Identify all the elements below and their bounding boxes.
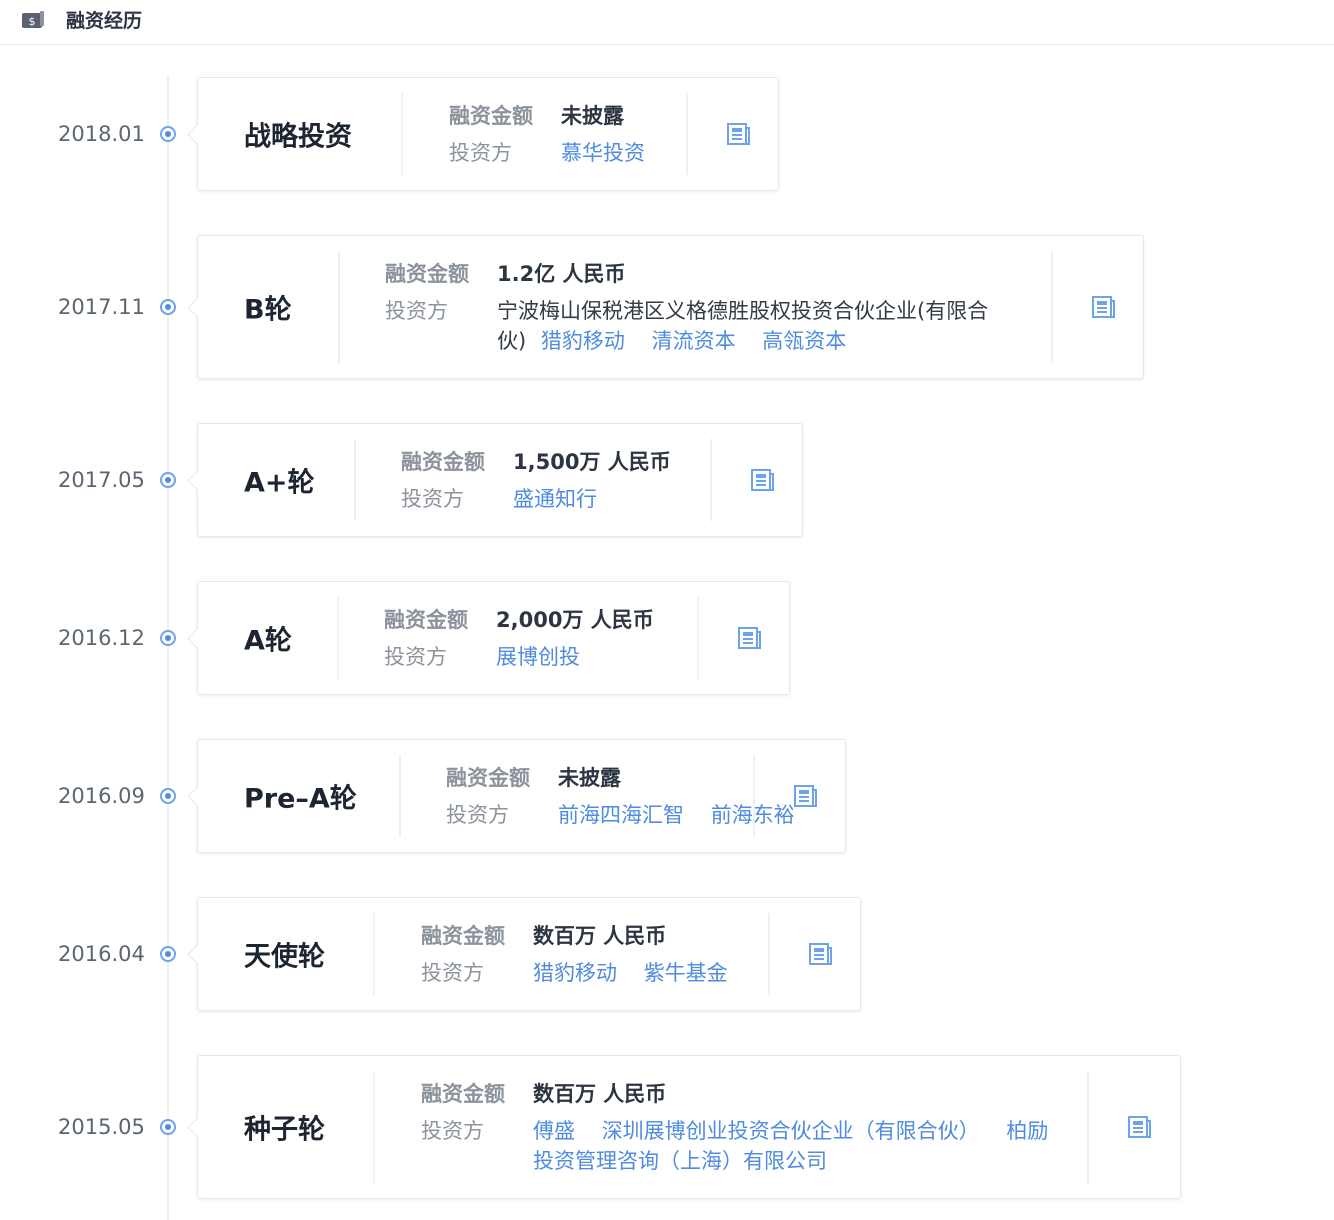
divider xyxy=(768,913,770,995)
round-date: 2016.09 xyxy=(58,784,145,808)
round-date: 2017.05 xyxy=(58,468,145,492)
funding-round-card: B轮 融资金额 1.2亿 人民币投资方 宁波梅山保税港区义格德胜股权投资合伙企业(有限… xyxy=(197,235,1144,379)
section-header: $ 融资经历 xyxy=(0,0,1334,45)
timeline-dot xyxy=(160,1119,176,1135)
divider xyxy=(354,439,356,521)
divider xyxy=(373,913,375,995)
divider xyxy=(697,597,699,679)
divider xyxy=(710,439,712,521)
investors-list: 慕华投资 xyxy=(561,138,681,168)
funding-round-card: Pre–A轮融资金额未披露投资方前海四海汇智 前海东裕 xyxy=(197,739,846,853)
investors-label: 投资方 xyxy=(385,299,448,323)
round-date: 2017.11 xyxy=(58,295,145,319)
timeline-dot xyxy=(160,472,176,488)
funding-round-card: 种子轮 融资金额 数百万 人民币投资方 傅盛 深圳展博创业投资合伙企业（有限合伙） 柏… xyxy=(197,1055,1181,1199)
investor-link[interactable]: 猎豹移动 xyxy=(533,961,617,985)
amount-value: 数百万 人民币 xyxy=(533,924,667,948)
divider xyxy=(1051,251,1053,363)
amount-label: 融资金额 xyxy=(385,262,469,286)
timeline-dot xyxy=(160,630,176,646)
timeline-dot xyxy=(160,126,176,142)
amount-value: 1,500万 人民币 xyxy=(513,450,671,474)
round-date: 2018.01 xyxy=(58,122,145,146)
investors-list: 猎豹移动 紫牛基金 xyxy=(533,958,833,988)
investors-list: 宁波梅山保税港区义格德胜股权投资合伙企业(有限合伙) 猎豹移动 清流资本 高瓴资… xyxy=(497,296,1017,356)
news-icon[interactable] xyxy=(749,468,775,492)
amount-label: 融资金额 xyxy=(401,450,485,474)
news-icon[interactable] xyxy=(807,942,833,966)
amount-value: 数百万 人民币 xyxy=(533,1082,667,1106)
round-date: 2015.05 xyxy=(58,1115,145,1139)
funding-round-card: 战略投资 融资金额 未披露投资方 慕华投资 xyxy=(197,77,779,191)
amount-label: 融资金额 xyxy=(449,104,533,128)
investor-link[interactable]: 盛通知行 xyxy=(513,487,597,511)
investors-list: 傅盛 深圳展博创业投资合伙企业（有限合伙） 柏励投资管理咨询（上海）有限公司 xyxy=(533,1116,1053,1176)
divider xyxy=(1087,1071,1089,1183)
divider xyxy=(401,93,403,175)
amount-value: 未披露 xyxy=(561,104,624,128)
news-icon[interactable] xyxy=(725,122,751,146)
news-icon[interactable] xyxy=(1126,1115,1152,1139)
news-icon[interactable] xyxy=(1090,295,1116,319)
timeline-dot xyxy=(160,788,176,804)
divider xyxy=(399,755,401,837)
divider xyxy=(753,755,755,837)
svg-text:$: $ xyxy=(29,15,36,28)
investors-label: 投资方 xyxy=(401,487,464,511)
news-icon[interactable] xyxy=(736,626,762,650)
round-name: A+轮 xyxy=(244,467,315,499)
amount-label: 融资金额 xyxy=(421,924,505,948)
round-name: Pre–A轮 xyxy=(244,783,357,815)
section-title: 融资经历 xyxy=(66,10,143,32)
investors-label: 投资方 xyxy=(421,1119,484,1143)
investors-list: 展博创投 xyxy=(496,642,676,672)
investor-link[interactable]: 傅盛 xyxy=(533,1119,575,1143)
investor-link[interactable]: 慕华投资 xyxy=(561,141,645,165)
funding-round-card: A轮 融资金额 2,000万 人民币投资方 展博创投 xyxy=(197,581,790,695)
investor-link[interactable]: 清流资本 xyxy=(652,329,736,353)
amount-label: 融资金额 xyxy=(446,766,530,790)
investors-label: 投资方 xyxy=(384,645,447,669)
amount-value: 未披露 xyxy=(558,766,621,790)
amount-value: 1.2亿 人民币 xyxy=(497,262,626,286)
amount-label: 融资金额 xyxy=(421,1082,505,1106)
round-name: 种子轮 xyxy=(244,1114,325,1146)
investor-link[interactable]: 深圳展博创业投资合伙企业（有限合伙） xyxy=(602,1119,980,1143)
investor-link[interactable]: 展博创投 xyxy=(496,645,580,669)
divider xyxy=(338,251,340,363)
investor-link[interactable]: 猎豹移动 xyxy=(541,329,625,353)
funding-round-card: 天使轮 融资金额 数百万 人民币投资方 猎豹移动 紫牛基金 xyxy=(197,897,861,1011)
investor-link[interactable]: 紫牛基金 xyxy=(644,961,728,985)
dollar-wallet-icon: $ xyxy=(22,11,44,28)
round-name: 天使轮 xyxy=(244,941,325,973)
divider xyxy=(373,1071,375,1183)
funding-round-card: A+轮 融资金额 1,500万 人民币投资方 盛通知行 xyxy=(197,423,803,537)
round-name: B轮 xyxy=(244,294,292,326)
investors-label: 投资方 xyxy=(449,141,512,165)
amount-label: 融资金额 xyxy=(384,608,468,632)
round-date: 2016.12 xyxy=(58,626,145,650)
round-name: A轮 xyxy=(244,625,292,657)
round-date: 2016.04 xyxy=(58,942,145,966)
timeline-line xyxy=(167,76,169,1220)
investors-list: 盛通知行 xyxy=(513,484,693,514)
news-icon[interactable] xyxy=(792,784,818,808)
timeline-dot xyxy=(160,946,176,962)
amount-value: 2,000万 人民币 xyxy=(496,608,654,632)
investor-link[interactable]: 前海四海汇智 xyxy=(558,803,684,827)
divider xyxy=(337,597,339,679)
investors-label: 投资方 xyxy=(446,803,509,827)
round-name: 战略投资 xyxy=(244,121,352,153)
investor-link[interactable]: 高瓴资本 xyxy=(762,329,846,353)
investors-label: 投资方 xyxy=(421,961,484,985)
timeline-dot xyxy=(160,299,176,315)
divider xyxy=(686,93,688,175)
